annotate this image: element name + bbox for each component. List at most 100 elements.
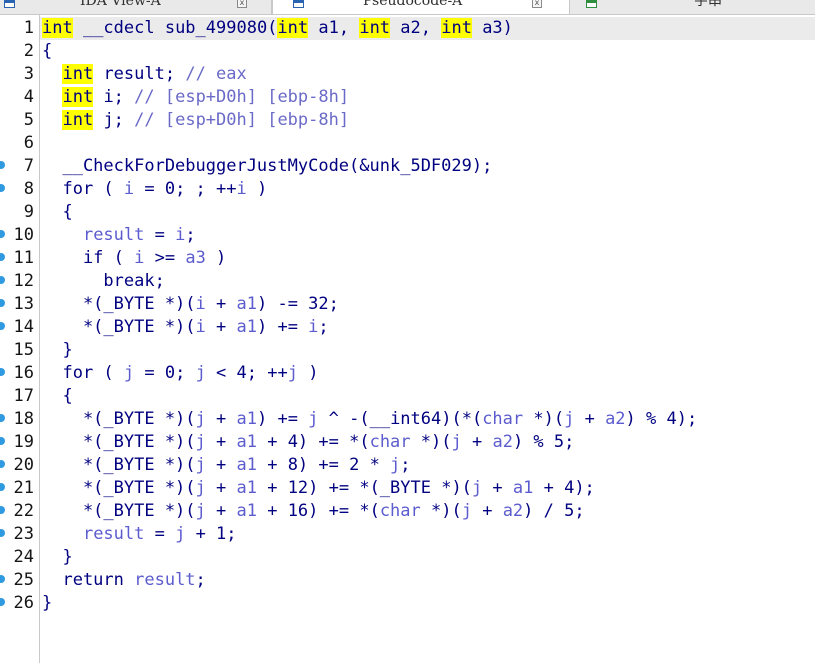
code-token: *(_BYTE *)( — [42, 501, 196, 521]
code-line[interactable]: 12 break; — [0, 270, 815, 293]
code-line[interactable]: 14 *(_BYTE *)(i + a1) += i; — [0, 316, 815, 339]
code-token: *)( — [523, 409, 565, 429]
code-line[interactable]: 2{ — [0, 40, 815, 63]
code-token: + — [205, 501, 237, 521]
line-number: 14 — [13, 317, 34, 337]
identifier-token: a1 — [236, 432, 257, 452]
line-number: 1 — [23, 18, 34, 38]
identifier-token: a1 — [236, 455, 257, 475]
strings-view-icon — [586, 0, 597, 8]
identifier-token: a2 — [605, 409, 626, 429]
line-number: 20 — [13, 455, 34, 475]
code-text[interactable]: { — [42, 201, 72, 224]
code-line[interactable]: 24 } — [0, 546, 815, 569]
code-token: } — [42, 340, 73, 360]
code-token: ) % 5; — [512, 432, 575, 452]
identifier-token: j — [308, 409, 319, 429]
code-text[interactable]: int result; // eax — [42, 63, 247, 86]
code-text[interactable]: for ( i = 0; ; ++i ) — [42, 178, 267, 201]
code-line[interactable]: 26} — [0, 592, 815, 615]
code-line[interactable]: 19 *(_BYTE *)(j + a1 + 4) += *(char *)(j… — [0, 431, 815, 454]
code-line[interactable]: 10 result = i; — [0, 224, 815, 247]
code-text[interactable]: result = j + 1; — [42, 523, 237, 546]
tab-label: IDA View-A — [80, 0, 161, 9]
pseudocode-editor[interactable]: 1 int __cdecl sub_499080(int a1, int a2, … — [0, 15, 815, 663]
identifier-token: j — [390, 455, 401, 475]
close-icon[interactable]: x — [532, 0, 542, 8]
code-text[interactable]: result = i; — [42, 224, 196, 247]
code-token: + 1; — [185, 524, 237, 544]
tab-pseudocode-a[interactable]: Pseudocode-A x — [272, 0, 570, 14]
code-token: a1, — [308, 18, 360, 38]
code-text[interactable]: *(_BYTE *)(j + a1 + 16) += *(char *)(j +… — [42, 500, 585, 523]
code-text[interactable]: break; — [42, 270, 164, 293]
code-line[interactable]: 21 *(_BYTE *)(j + a1 + 12) += *(_BYTE *)… — [0, 477, 815, 500]
identifier-token: j — [195, 455, 206, 475]
code-token: + 4) += *( — [256, 432, 370, 452]
identifier-token: j — [461, 501, 472, 521]
code-line[interactable]: 22 *(_BYTE *)(j + a1 + 16) += *(char *)(… — [0, 500, 815, 523]
code-line[interactable]: 1 int __cdecl sub_499080(int a1, int a2, … — [0, 17, 815, 40]
code-text[interactable]: *(_BYTE *)(i + a1) += i; — [42, 316, 329, 339]
code-token: ) += — [256, 409, 309, 429]
tab-ida-view-a[interactable]: IDA View-A x — [0, 0, 272, 14]
code-text[interactable]: } — [42, 546, 72, 569]
tab-strings[interactable]: 字串 — [570, 0, 815, 14]
code-line[interactable]: 4 int i; // [esp+D0h] [ebp-8h] — [0, 86, 815, 109]
code-line[interactable]: 15 } — [0, 339, 815, 362]
code-token: i; — [93, 87, 135, 107]
code-text[interactable]: int __cdecl sub_499080(int a1, int a2, i… — [42, 17, 513, 40]
code-line[interactable]: 8 for ( i = 0; ; ++i ) — [0, 178, 815, 201]
line-number: 15 — [13, 340, 34, 360]
code-text[interactable]: { — [42, 385, 73, 408]
identifier-token: a3 — [185, 248, 206, 268]
code-token: ) / 5; — [523, 501, 585, 521]
code-token: { — [42, 386, 73, 406]
code-text[interactable]: int i; // [esp+D0h] [ebp-8h] — [42, 86, 349, 109]
code-text[interactable]: } — [42, 592, 52, 615]
code-line[interactable]: 11 if ( i >= a3 ) — [0, 247, 815, 270]
line-number: 13 — [13, 294, 34, 314]
close-icon[interactable]: x — [237, 0, 247, 8]
code-text[interactable]: *(_BYTE *)(j + a1 + 12) += *(_BYTE *)(j … — [42, 477, 595, 500]
code-line[interactable]: 18 *(_BYTE *)(j + a1) += j ^ -(__int64)(… — [0, 408, 815, 431]
identifier-token: i — [195, 317, 206, 337]
identifier-token: i — [123, 179, 135, 199]
code-text[interactable]: *(_BYTE *)(i + a1) -= 32; — [42, 293, 339, 316]
code-text[interactable]: } — [42, 339, 73, 362]
identifier-token: char — [482, 409, 524, 429]
code-text[interactable]: *(_BYTE *)(j + a1 + 4) += *(char *)(j + … — [42, 431, 574, 454]
keyword-token: int — [62, 87, 94, 107]
code-line[interactable]: 13 *(_BYTE *)(i + a1) -= 32; — [0, 293, 815, 316]
pseudocode-view-icon — [293, 0, 304, 8]
code-text[interactable]: return result; — [42, 569, 205, 592]
code-line[interactable]: 23 result = j + 1; — [0, 523, 815, 546]
keyword-token: int — [277, 18, 309, 38]
line-number: 26 — [13, 593, 34, 613]
code-text[interactable]: *(_BYTE *)(j + a1) += j ^ -(__int64)(*(c… — [42, 408, 697, 431]
code-text[interactable]: { — [42, 40, 52, 63]
identifier-token: i — [236, 179, 247, 199]
code-text[interactable]: int j; // [esp+D0h] [ebp-8h] — [42, 109, 349, 132]
code-text[interactable]: __CheckForDebuggerJustMyCode(&unk_5DF029… — [42, 155, 492, 178]
code-token: = — [144, 524, 176, 544]
code-token: + 16) += *( — [256, 501, 380, 521]
code-line[interactable]: 17 { — [0, 385, 815, 408]
code-line[interactable]: 3 int result; // eax — [0, 63, 815, 86]
line-number: 6 — [23, 133, 34, 153]
code-line[interactable]: 16 for ( j = 0; j < 4; ++j ) — [0, 362, 815, 385]
code-token: ) — [246, 179, 268, 199]
code-line[interactable]: 20 *(_BYTE *)(j + a1 + 8) += 2 * j; — [0, 454, 815, 477]
code-line[interactable]: 7 __CheckForDebuggerJustMyCode(&unk_5DF0… — [0, 155, 815, 178]
code-line[interactable]: 5 int j; // [esp+D0h] [ebp-8h] — [0, 109, 815, 132]
code-text[interactable]: if ( i >= a3 ) — [42, 247, 226, 270]
code-token: { — [42, 41, 53, 61]
code-line[interactable]: 6 — [0, 132, 815, 155]
code-token: ^ -(__int64)(*( — [318, 409, 483, 429]
code-text[interactable]: *(_BYTE *)(j + a1 + 8) += 2 * j; — [42, 454, 411, 477]
code-line[interactable]: 9 { — [0, 201, 815, 224]
code-token: ; — [185, 225, 196, 245]
code-line[interactable]: 25 return result; — [0, 569, 815, 592]
code-text[interactable]: for ( j = 0; j < 4; ++j ) — [42, 362, 318, 385]
